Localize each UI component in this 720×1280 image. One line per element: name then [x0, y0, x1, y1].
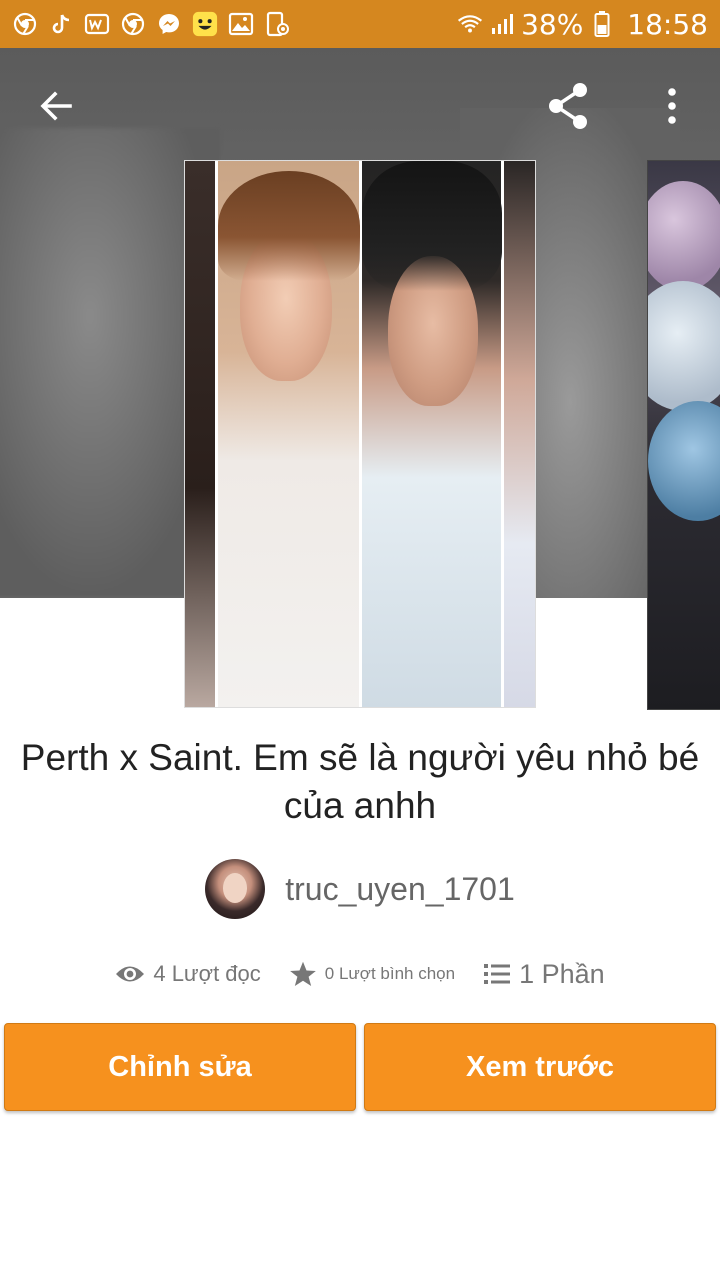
eye-icon	[116, 966, 145, 982]
signal-icon	[489, 11, 515, 37]
gallery-icon	[228, 11, 254, 37]
parts-count: 1 Phần	[519, 958, 605, 989]
battery-icon	[589, 11, 615, 37]
messenger-icon	[156, 11, 182, 37]
star-icon	[289, 961, 316, 987]
story-stats: 4 Lượt đọc 0 Lượt bình chọn 1 Phần	[0, 950, 720, 998]
cover-hair	[362, 161, 502, 291]
avatar-face	[223, 873, 248, 903]
share-icon	[549, 83, 587, 129]
arrow-left-icon	[40, 91, 72, 121]
notification-icons	[12, 11, 290, 37]
system-status: 38% 18:58	[457, 8, 708, 41]
reads-count: 4 Lượt đọc	[153, 961, 261, 986]
votes-stat: 0 Lượt bình chọn	[289, 960, 455, 988]
cover-balloon	[648, 281, 720, 411]
battery-percent: 38%	[521, 7, 584, 41]
chrome-icon	[120, 11, 146, 37]
clock: 18:58	[627, 7, 708, 41]
story-title: Perth x Saint. Em sẽ là người yêu nhỏ bé…	[20, 737, 700, 826]
preview-button[interactable]: Xem trước	[364, 1023, 716, 1111]
more-vertical-icon	[668, 88, 676, 124]
votes-count: 0 Lượt bình chọn	[324, 964, 456, 983]
more-options-button[interactable]	[644, 78, 700, 134]
cover-strip	[362, 161, 502, 707]
cover-hair	[217, 171, 360, 281]
tiktok-icon	[48, 11, 74, 37]
smiley-app-icon	[192, 11, 218, 37]
parts-stat: 1 Phần	[483, 959, 605, 990]
reads-stat: 4 Lượt đọc	[115, 961, 261, 987]
back-button[interactable]	[28, 78, 84, 134]
chrome-icon	[12, 11, 38, 37]
list-icon	[484, 964, 511, 984]
cover-balloon	[648, 181, 720, 291]
wattpad-icon	[84, 11, 110, 37]
cover-balloon	[648, 401, 720, 521]
story-cover[interactable]	[184, 160, 536, 708]
share-button[interactable]	[540, 78, 596, 134]
author-name[interactable]: truc_uyen_1701	[285, 871, 515, 908]
author-row[interactable]: truc_uyen_1701	[0, 858, 720, 920]
cover-strip	[504, 161, 535, 707]
wifi-icon	[457, 11, 483, 37]
status-bar: 38% 18:58	[0, 0, 720, 48]
cover-strip	[185, 161, 215, 707]
cover-strip	[217, 161, 360, 707]
screen-recorder-icon	[264, 11, 290, 37]
author-avatar[interactable]	[205, 859, 266, 919]
edit-button[interactable]: Chỉnh sửa	[4, 1023, 356, 1111]
next-story-cover[interactable]	[647, 160, 720, 710]
